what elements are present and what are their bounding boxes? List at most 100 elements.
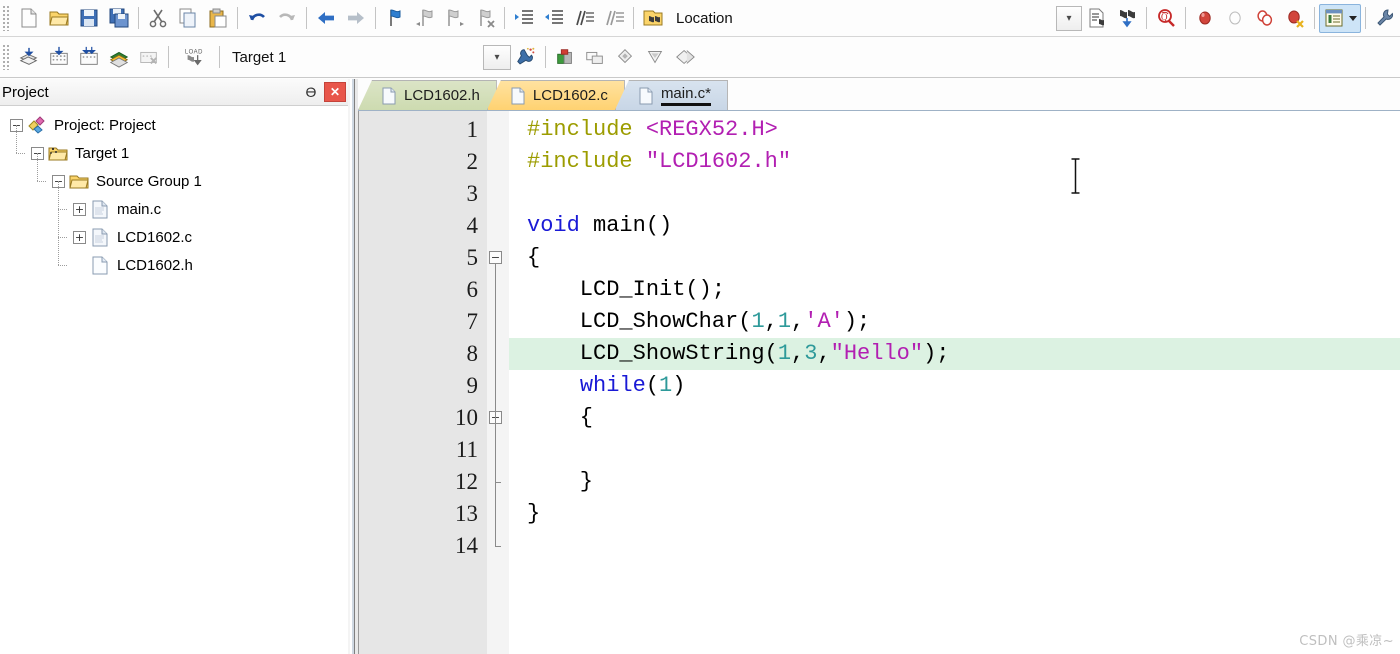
toolbar-separator <box>1361 6 1370 30</box>
templates-window-icon[interactable] <box>670 43 700 72</box>
code-line[interactable]: #include "LCD1602.h" <box>509 146 1400 178</box>
code-line[interactable]: void main() <box>509 210 1400 242</box>
code-token: ); <box>923 341 950 366</box>
location-dropdown[interactable]: ▾ <box>1056 5 1082 31</box>
bookmark-toggle-icon[interactable] <box>380 4 410 33</box>
location-bookmark-icon[interactable] <box>638 4 668 33</box>
target-options-icon[interactable] <box>511 43 541 72</box>
code-line[interactable]: { <box>509 402 1400 434</box>
new-file-icon[interactable] <box>14 4 44 33</box>
indent-increase-icon[interactable] <box>509 4 539 33</box>
code-token: , <box>791 309 805 334</box>
code-fold-toggle[interactable]: − <box>489 251 502 264</box>
stop-build-icon[interactable] <box>134 43 164 72</box>
toolbar-gripper[interactable] <box>2 5 11 31</box>
open-file-icon[interactable] <box>44 4 74 33</box>
translate-icon[interactable] <box>14 43 44 72</box>
line-number: 5 <box>466 245 479 270</box>
toolbar-gripper[interactable] <box>2 44 11 70</box>
bookmark-clear-icon[interactable] <box>470 4 500 33</box>
incremental-find-icon[interactable] <box>1112 4 1142 33</box>
code-line[interactable]: LCD_ShowChar(1,1,'A'); <box>509 306 1400 338</box>
code-line[interactable] <box>509 530 1400 562</box>
code-line[interactable] <box>509 178 1400 210</box>
project-panel-header: Project Ө ✕ <box>0 79 348 106</box>
paste-icon[interactable] <box>203 4 233 33</box>
bookmark-next-icon[interactable] <box>440 4 470 33</box>
line-number: 3 <box>466 181 479 206</box>
tree-connector-line <box>58 209 67 210</box>
cut-icon[interactable] <box>143 4 173 33</box>
editor-tab-strip: LCD1602.h LCD1602.c main.c* <box>358 79 1400 111</box>
code-line[interactable] <box>509 434 1400 466</box>
target-dropdown-arrow[interactable]: ▾ <box>483 44 511 70</box>
save-icon[interactable] <box>74 4 104 33</box>
tree-item-lcd1602-c[interactable]: + LCD1602.c <box>0 223 348 251</box>
code-token: 3 <box>804 341 818 366</box>
books-window-icon[interactable] <box>610 43 640 72</box>
project-tree[interactable]: − Project: Project − Target 1− Source Group … <box>0 106 348 654</box>
uncomment-lines-icon[interactable] <box>599 4 629 33</box>
tree-item-source-group-1[interactable]: − Source Group 1 <box>0 167 348 195</box>
editor-tab-main-c[interactable]: main.c* <box>614 80 728 110</box>
code-token: 'A' <box>804 309 844 334</box>
pin-icon[interactable]: Ө <box>300 82 322 103</box>
tree-item-label: Project: Project <box>54 116 156 134</box>
copy-icon[interactable] <box>173 4 203 33</box>
toolbar-separator <box>134 6 143 30</box>
tree-expander-plus-icon[interactable]: + <box>73 202 86 216</box>
comment-lines-icon[interactable] <box>569 4 599 33</box>
code-text-area[interactable]: #include <REGX52.H> #include "LCD1602.h" … <box>509 111 1400 654</box>
build-icon[interactable] <box>44 43 74 72</box>
tree-expander-plus-icon[interactable]: + <box>73 230 86 244</box>
build-toolbar: LOAD Target 1 ▾ <box>0 37 1400 78</box>
breakpoint-kill-all-icon[interactable] <box>1280 4 1310 33</box>
tree-item-project-project[interactable]: − Project: Project <box>0 111 348 139</box>
tree-item-lcd1602-h[interactable]: LCD1602.h <box>0 251 348 279</box>
code-token: } <box>527 469 594 494</box>
close-icon[interactable]: ✕ <box>324 82 346 102</box>
find-in-files-icon[interactable] <box>1082 4 1112 33</box>
download-icon[interactable]: LOAD <box>173 43 215 72</box>
code-line[interactable]: LCD_Init(); <box>509 274 1400 306</box>
code-line[interactable]: { <box>509 242 1400 274</box>
batch-build-icon[interactable] <box>104 43 134 72</box>
indent-decrease-icon[interactable] <box>539 4 569 33</box>
chevron-down-icon[interactable] <box>1349 15 1357 21</box>
code-fold-column[interactable]: −− <box>487 111 509 654</box>
code-line[interactable]: #include <REGX52.H> <box>509 114 1400 146</box>
code-token: { <box>527 245 541 270</box>
breakpoint-enable-icon[interactable] <box>1220 4 1250 33</box>
code-token: main() <box>579 213 673 238</box>
debug-find-icon[interactable]: Q <box>1151 4 1181 33</box>
functions-window-icon[interactable] <box>640 43 670 72</box>
navigate-backward-icon[interactable] <box>311 4 341 33</box>
bookmark-prev-icon[interactable] <box>410 4 440 33</box>
tree-item-main-c[interactable]: + main.c <box>0 195 348 223</box>
project-window-icon[interactable] <box>1319 3 1361 33</box>
multi-project-icon[interactable] <box>580 43 610 72</box>
project-icon <box>27 115 47 135</box>
breakpoint-disable-all-icon[interactable] <box>1250 4 1280 33</box>
manage-components-icon[interactable] <box>550 43 580 72</box>
configure-icon[interactable] <box>1370 4 1400 33</box>
code-editor[interactable]: 1234567891011121314 −− #include <REGX52.… <box>358 111 1400 654</box>
code-line[interactable]: } <box>509 498 1400 530</box>
editor-tab-lcd1602-h[interactable]: LCD1602.h <box>358 80 497 110</box>
code-line[interactable]: } <box>509 466 1400 498</box>
code-line[interactable]: LCD_ShowString(1,3,"Hello"); <box>509 338 1400 370</box>
undo-icon[interactable] <box>242 4 272 33</box>
redo-icon[interactable] <box>272 4 302 33</box>
panel-splitter[interactable] <box>348 79 358 654</box>
target-selector-value[interactable]: Target 1 <box>224 49 424 66</box>
save-all-icon[interactable] <box>104 4 134 33</box>
editor-tab-lcd1602-c[interactable]: LCD1602.c <box>486 80 625 110</box>
tree-item-target-1[interactable]: − Target 1 <box>0 139 348 167</box>
navigate-forward-icon[interactable] <box>341 4 371 33</box>
code-token: <REGX52.H> <box>645 117 778 142</box>
folder-icon <box>69 172 89 191</box>
code-fold-guide <box>495 264 496 546</box>
rebuild-icon[interactable] <box>74 43 104 72</box>
breakpoint-insert-icon[interactable] <box>1190 4 1220 33</box>
code-line[interactable]: while(1) <box>509 370 1400 402</box>
